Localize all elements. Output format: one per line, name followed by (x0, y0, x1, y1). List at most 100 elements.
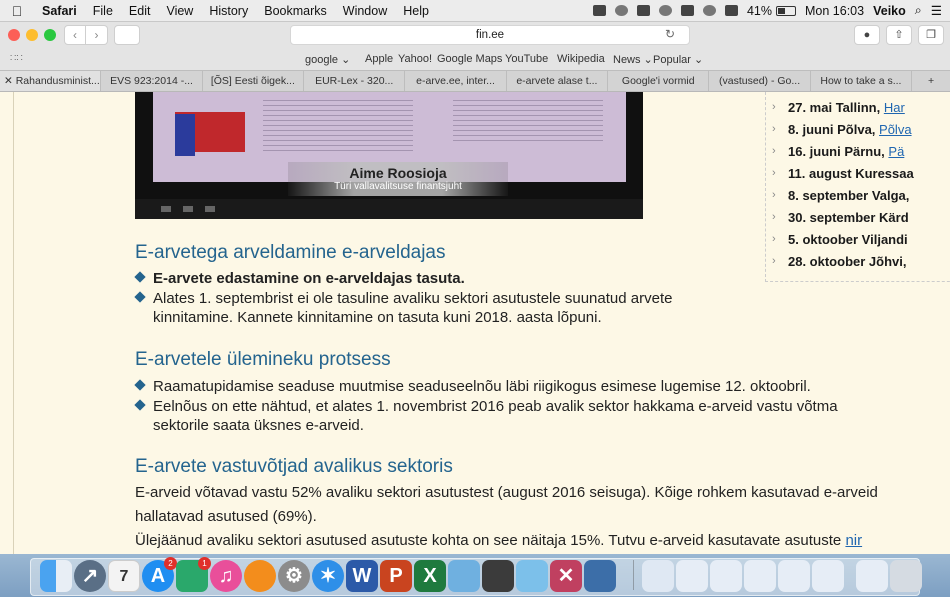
system-preferences-icon[interactable]: ⚙ (278, 560, 310, 592)
fav-yahoo[interactable]: Yahoo! (398, 53, 432, 65)
sidebar-toggle-button[interactable] (114, 25, 140, 45)
finder-icon[interactable] (40, 560, 72, 592)
safari-icon[interactable]: ✶ (312, 560, 344, 592)
diamond-bullet-icon (134, 399, 146, 411)
document-icon[interactable] (642, 560, 674, 592)
word-icon[interactable]: W (346, 560, 378, 592)
new-tab-button[interactable]: + (912, 71, 950, 91)
reload-icon[interactable]: ↻ (665, 27, 675, 41)
video-controls[interactable] (135, 199, 643, 219)
ibooks-icon[interactable] (244, 560, 276, 592)
airplay-icon[interactable] (636, 5, 650, 16)
document-icon[interactable] (812, 560, 844, 592)
menu-history[interactable]: History (201, 4, 256, 18)
event-text: 8. september Valga, (788, 188, 910, 203)
page-margin (0, 92, 14, 554)
fav-popular[interactable]: Popular ⌄ (653, 53, 703, 66)
tab-os[interactable]: [ÕS] Eesti õigek... (203, 71, 305, 91)
tab-e-arvete-alase[interactable]: e-arvete alase t... (507, 71, 609, 91)
close-window-button[interactable] (8, 29, 20, 41)
tab-google-vormid[interactable]: Google'i vormid (608, 71, 710, 91)
section-heading-vastuvotjad: E-arvete vastuvõtjad avalikus sektoris (135, 456, 453, 477)
powerpoint-icon[interactable]: P (380, 560, 412, 592)
chevron-right-icon: › (772, 145, 776, 157)
tab-rahandusministeerium[interactable]: ✕ Rahandusminist... (0, 71, 102, 91)
institutions-list-link[interactable]: nir (845, 532, 862, 549)
trash-icon[interactable] (890, 560, 922, 592)
event-link[interactable]: Pä (888, 144, 904, 159)
fav-news[interactable]: News ⌄ (613, 53, 653, 66)
progress-icon[interactable] (205, 206, 215, 212)
downloads-stack-icon[interactable] (856, 560, 888, 592)
tab-eurlex[interactable]: EUR-Lex - 320... (304, 71, 406, 91)
tabs-overview-icon[interactable]: ❐ (918, 25, 944, 45)
menu-file[interactable]: File (85, 4, 121, 18)
spotlight-search-icon[interactable]: ⌕ (915, 3, 922, 18)
video-frame: Aime Roosioja Türi vallavalitsuse finant… (153, 92, 626, 196)
document-icon[interactable] (744, 560, 776, 592)
event-text: 11. august Kuressaa (788, 166, 914, 181)
video-player[interactable]: Aime Roosioja Türi vallavalitsuse finant… (135, 92, 643, 219)
time-machine-icon[interactable] (658, 5, 672, 16)
back-button[interactable]: ‹ (64, 25, 86, 45)
zoom-window-button[interactable] (44, 29, 56, 41)
menu-bar:  Safari File Edit View History Bookmark… (0, 0, 950, 22)
globe-icon[interactable] (614, 5, 628, 16)
tab-vastused[interactable]: (vastused) - Go... (709, 71, 811, 91)
itunes-icon[interactable]: ♫ (210, 560, 242, 592)
fav-wikipedia[interactable]: Wikipedia (557, 53, 605, 65)
bullet-continuation: kinnitamine. Kannete kinnitamine on tasu… (153, 309, 602, 326)
drive-icon[interactable] (592, 5, 606, 16)
battery-status[interactable]: 41% (747, 4, 797, 18)
menu-app-safari[interactable]: Safari (34, 4, 85, 18)
calendar-day: 7 (119, 568, 129, 585)
fav-google-maps[interactable]: Google Maps (437, 53, 502, 65)
scanner-icon[interactable] (584, 560, 616, 592)
document-icon[interactable] (676, 560, 708, 592)
address-bar[interactable]: fin.ee (290, 25, 690, 45)
user-name[interactable]: Veiko (873, 4, 906, 18)
document-icon[interactable] (710, 560, 742, 592)
activity-icon[interactable] (516, 560, 548, 592)
safari-toolbar: ‹ › fin.ee ↻ ● ⇧ ❐ (0, 22, 950, 48)
tab-how-to[interactable]: How to take a s... (811, 71, 913, 91)
event-item: › 8. juuni Põlva, Põlva (772, 122, 912, 137)
minimize-window-button[interactable] (26, 29, 38, 41)
event-link[interactable]: Põlva (879, 122, 912, 137)
speaker-role: Türi vallavalitsuse finantsjuht (334, 181, 462, 192)
document-icon[interactable] (778, 560, 810, 592)
tab-evs[interactable]: EVS 923:2014 -... (101, 71, 203, 91)
download-icon[interactable]: ● (854, 25, 880, 45)
menu-view[interactable]: View (158, 4, 201, 18)
wifi-icon[interactable] (702, 5, 716, 16)
top-sites-icon[interactable]: ∷∷ (10, 53, 23, 64)
volume-icon[interactable] (724, 5, 738, 16)
share-icon[interactable]: ⇧ (886, 25, 912, 45)
event-link[interactable]: Har (884, 100, 905, 115)
volume-icon[interactable] (183, 206, 193, 212)
launchpad-icon[interactable]: ↗ (74, 560, 106, 592)
fav-google[interactable]: google ⌄ (305, 53, 350, 66)
clock[interactable]: Mon 16:03 (805, 4, 864, 18)
fav-apple[interactable]: Apple (365, 53, 393, 65)
bluetooth-icon[interactable] (680, 5, 694, 16)
app-store-icon[interactable]: A2 (142, 557, 177, 592)
tab-e-arve[interactable]: e-arve.ee, inter... (405, 71, 507, 91)
event-item: › 30. september Kärd (772, 210, 909, 225)
menu-bookmarks[interactable]: Bookmarks (256, 4, 335, 18)
menu-edit[interactable]: Edit (121, 4, 159, 18)
forward-button[interactable]: › (86, 25, 108, 45)
calendar-icon[interactable]: 7 (108, 560, 140, 592)
play-icon[interactable] (161, 206, 171, 212)
contacts-icon[interactable]: 1 (176, 557, 211, 592)
bullet-item: Eelnõus on ette nähtud, et alates 1. nov… (134, 397, 838, 417)
menu-window[interactable]: Window (335, 4, 395, 18)
fav-youtube[interactable]: YouTube (505, 53, 548, 65)
apple-menu-icon[interactable]:  (0, 3, 34, 19)
terminal-icon[interactable] (482, 560, 514, 592)
notification-center-icon[interactable]: ☰ (931, 3, 942, 18)
x-app-icon[interactable]: ✕ (550, 560, 582, 592)
preview-icon[interactable] (448, 560, 480, 592)
menu-help[interactable]: Help (395, 4, 437, 18)
excel-icon[interactable]: X (414, 560, 446, 592)
